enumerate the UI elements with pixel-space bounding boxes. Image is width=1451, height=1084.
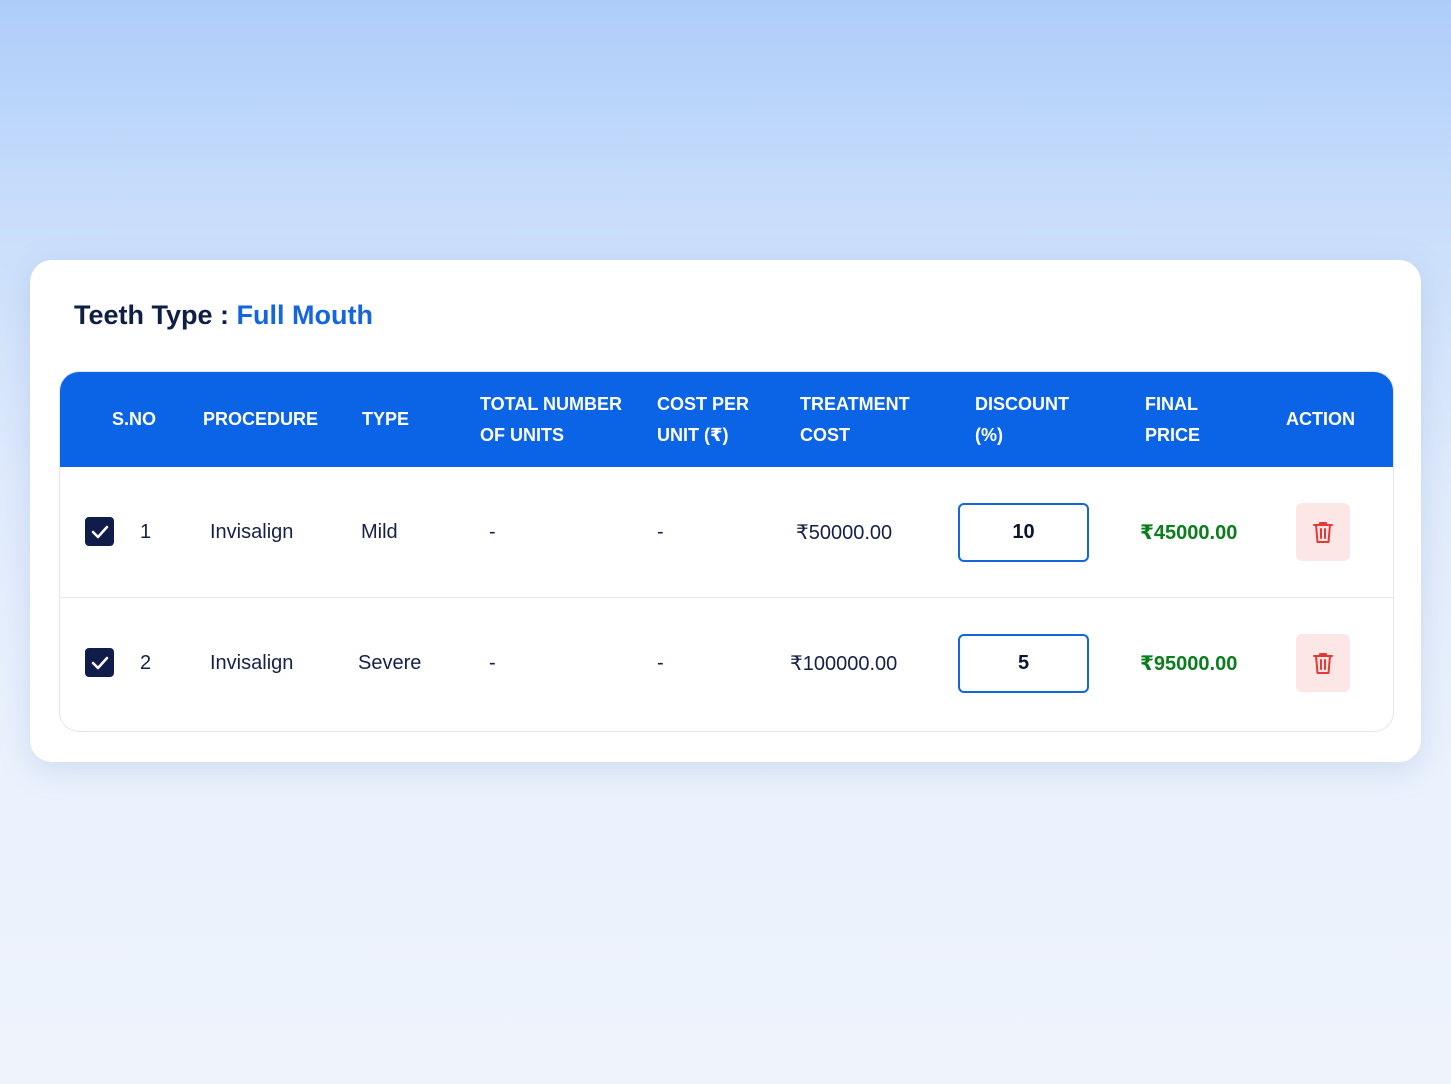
- cell-final-price: ₹95000.00: [1140, 652, 1238, 675]
- trash-icon: [1313, 653, 1333, 674]
- cell-final-price: ₹45000.00: [1140, 521, 1238, 544]
- column-header-procedure: PROCEDURE: [203, 409, 319, 429]
- table-row: 1 Invisalign Mild - - ₹50000.00 ₹45000.0…: [60, 467, 1393, 598]
- cell-total-units: -: [489, 651, 496, 674]
- column-header-final-price: FINAL PRICE: [1145, 393, 1201, 445]
- cell-sno: 1: [140, 520, 152, 543]
- teeth-type-title: Teeth Type : Full Mouth: [74, 300, 373, 331]
- treatment-card: Teeth Type : Full Mouth S.NO PROCEDURE T…: [30, 260, 1421, 762]
- cell-type: Severe: [358, 651, 422, 674]
- column-header-treatment-cost: TREATMENT COST: [800, 393, 910, 445]
- procedures-table: S.NO PROCEDURE TYPE TOTAL NUMBER OF UNITS…: [59, 371, 1394, 732]
- table-row: 2 Invisalign Severe - - ₹100000.00 ₹9500…: [60, 598, 1393, 728]
- delete-button[interactable]: [1296, 634, 1350, 692]
- column-header-cost-per-unit: COST PER UNIT (₹): [657, 393, 750, 445]
- cell-treatment-cost: ₹50000.00: [796, 521, 893, 544]
- trash-icon: [1313, 522, 1333, 543]
- cell-cost-per-unit: -: [657, 651, 664, 674]
- column-header-action: ACTION: [1286, 409, 1355, 429]
- teeth-type-label: Teeth Type :: [74, 300, 230, 330]
- cell-type: Mild: [361, 520, 398, 543]
- cell-procedure: Invisalign: [210, 651, 294, 674]
- check-icon: [91, 525, 108, 538]
- discount-input[interactable]: [958, 503, 1089, 562]
- table-header: S.NO PROCEDURE TYPE TOTAL NUMBER OF UNITS…: [60, 372, 1393, 467]
- column-header-type: TYPE: [362, 409, 410, 429]
- row-checkbox[interactable]: [85, 648, 114, 677]
- cell-sno: 2: [140, 651, 152, 674]
- cell-total-units: -: [489, 520, 496, 543]
- teeth-type-value: Full Mouth: [236, 300, 373, 330]
- delete-button[interactable]: [1296, 503, 1350, 561]
- cell-treatment-cost: ₹100000.00: [790, 652, 898, 675]
- column-header-sno: S.NO: [112, 409, 157, 429]
- column-header-discount: DISCOUNT (%): [975, 393, 1069, 445]
- discount-input[interactable]: [958, 634, 1089, 693]
- column-header-total-units: TOTAL NUMBER OF UNITS: [480, 393, 622, 445]
- row-checkbox[interactable]: [85, 517, 114, 546]
- cell-procedure: Invisalign: [210, 520, 294, 543]
- check-icon: [91, 656, 108, 669]
- cell-cost-per-unit: -: [657, 520, 664, 543]
